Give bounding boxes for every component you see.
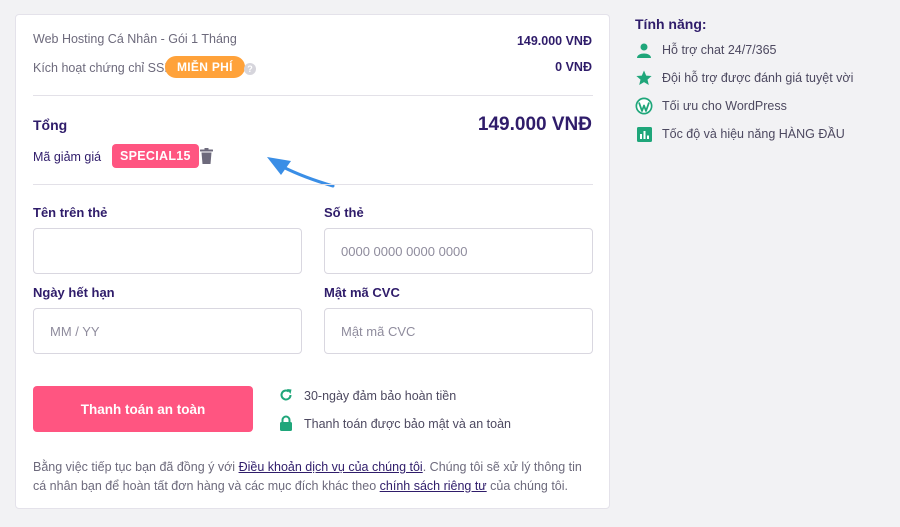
legal-text-3: của chúng tôi. [486,479,568,493]
ssl-label: Kích hoạt chứng chỉ SSL [33,61,172,75]
expiry-input[interactable] [33,308,302,354]
card-number-label: Số thẻ [324,205,364,220]
total-label: Tổng [33,117,68,133]
feature-label: Tốc độ và hiệu năng HÀNG ĐẦU [662,127,845,141]
features-title: Tính năng: [635,16,707,32]
checkout-card: Web Hosting Cá Nhân - Gói 1 Tháng 149.00… [15,14,610,509]
item-price: 149.000 VNĐ [516,34,592,48]
feature-item-wordpress: Tối ưu cho WordPress [635,96,787,116]
privacy-link[interactable]: chính sách riêng tư [380,479,487,493]
feature-item-rating: Đội hỗ trợ được đánh giá tuyệt vời [635,68,853,88]
star-icon [635,69,653,87]
legal-text-1: Bằng việc tiếp tục bạn đã đồng ý với [33,460,239,474]
secure-payment-button[interactable]: Thanh toán an toàn [33,386,253,432]
feature-label: Đội hỗ trợ được đánh giá tuyệt vời [662,71,854,85]
feature-item-performance: Tốc độ và hiệu năng HÀNG ĐẦU [635,124,845,144]
refund-guarantee-text: 30-ngày đảm bảo hoàn tiền [304,389,457,403]
total-price: 149.000 VNĐ [477,114,592,135]
lock-icon [279,415,293,431]
ssl-price: 0 VNĐ [555,60,592,74]
cvc-input[interactable] [324,308,593,354]
expiry-label: Ngày hết hạn [33,285,115,300]
item-label: Web Hosting Cá Nhân - Gói 1 Tháng [33,32,237,46]
coupon-label: Mã giảm giá [33,150,102,164]
legal-notice: Bằng việc tiếp tục bạn đã đồng ý với Điề… [33,458,598,496]
bar-chart-icon [635,125,653,143]
help-icon[interactable]: ? [244,63,256,75]
free-badge: MIỄN PHÍ [165,56,245,78]
feature-label: Hỗ trợ chat 24/7/365 [662,43,777,57]
user-icon [635,41,653,59]
refresh-icon [279,388,293,402]
divider-middle [33,184,593,185]
name-on-card-input[interactable] [33,228,302,274]
divider-top [33,95,593,96]
feature-item-support: Hỗ trợ chat 24/7/365 [635,40,777,60]
wordpress-icon [635,97,653,115]
card-number-input[interactable] [324,228,593,274]
feature-label: Tối ưu cho WordPress [662,99,787,113]
coupon-code-badge: SPECIAL15 [112,144,199,168]
terms-link[interactable]: Điều khoản dịch vụ của chúng tôi [239,460,423,474]
name-on-card-label: Tên trên thẻ [33,205,108,220]
cvc-label: Mật mã CVC [324,285,400,300]
trash-icon[interactable] [200,148,213,164]
secure-payment-text: Thanh toán được bảo mật và an toàn [304,417,511,431]
annotation-arrow [261,153,346,193]
